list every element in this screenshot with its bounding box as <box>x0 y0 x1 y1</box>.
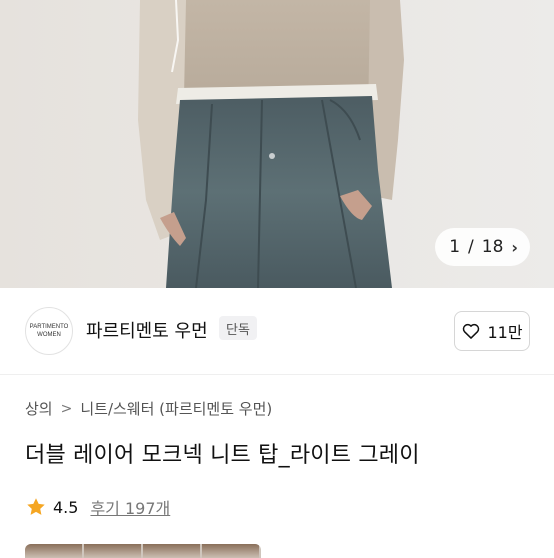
brand-logo-line2: WOMEN <box>37 332 61 338</box>
exclusive-badge: 단독 <box>219 316 257 340</box>
review-thumbnail[interactable] <box>25 544 82 558</box>
like-count: 11만 <box>487 323 523 342</box>
rating-row: 4.5 후기 197개 <box>25 495 170 519</box>
star-icon <box>27 498 45 515</box>
current-image-number: 1 <box>449 237 461 257</box>
review-photo-strip[interactable] <box>25 544 261 558</box>
breadcrumb: 상의 > 니트/스웨터 (파르티멘토 우먼) <box>25 398 272 419</box>
product-title: 더블 레이어 모크넥 니트 탑_라이트 그레이 <box>25 443 420 468</box>
section-divider <box>0 374 554 375</box>
brand-logo[interactable]: PARTIMENTO WOMEN <box>25 307 73 355</box>
brand-logo-line1: PARTIMENTO <box>29 324 69 330</box>
total-images-number: 18 <box>481 237 504 257</box>
product-image[interactable]: 1 / 18 › <box>0 0 554 288</box>
chevron-right-icon: › <box>511 237 518 257</box>
rating-score: 4.5 <box>53 497 79 517</box>
image-counter[interactable]: 1 / 18 › <box>435 228 530 266</box>
counter-separator: / <box>468 237 474 257</box>
like-button[interactable]: 11만 <box>454 311 530 351</box>
review-thumbnail[interactable] <box>202 544 259 558</box>
breadcrumb-category-top[interactable]: 상의 <box>25 398 53 419</box>
brand-row: PARTIMENTO WOMEN 파르티멘토 우먼 단독 11만 <box>0 288 554 374</box>
chevron-right-icon: > <box>60 400 73 417</box>
review-thumbnail[interactable] <box>143 544 200 558</box>
breadcrumb-category-sub[interactable]: 니트/스웨터 (파르티멘토 우먼) <box>80 398 272 419</box>
brand-name-link[interactable]: 파르티멘토 우먼 <box>86 317 208 343</box>
review-thumbnail[interactable] <box>84 544 141 558</box>
heart-outline-icon <box>463 323 480 339</box>
reviews-link[interactable]: 후기 197개 <box>90 495 170 519</box>
